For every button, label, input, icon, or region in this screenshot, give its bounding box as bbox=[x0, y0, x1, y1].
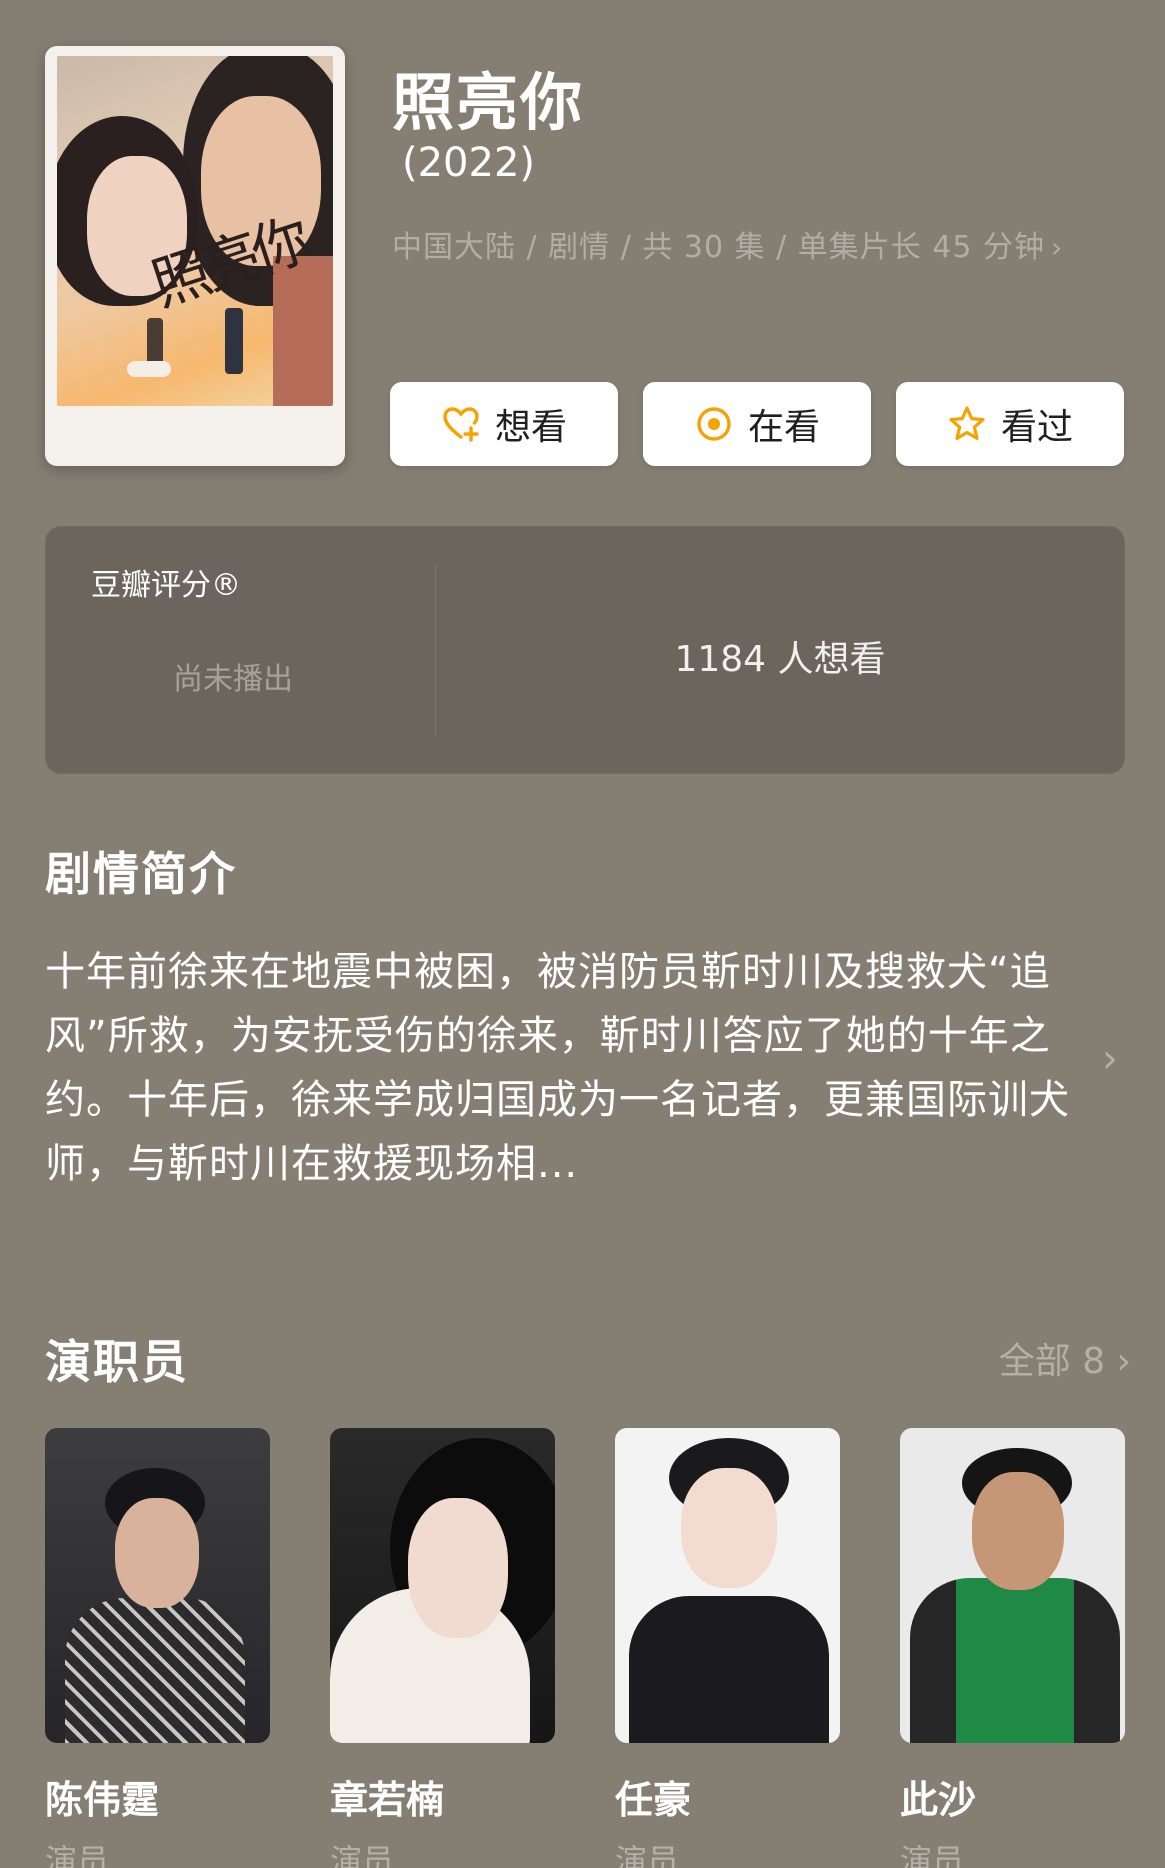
cast-name: 任豪 bbox=[615, 1778, 692, 1822]
cast-title: 演职员 bbox=[45, 1335, 189, 1389]
chevron-right-icon[interactable]: › bbox=[1102, 1036, 1118, 1082]
cast-list: 陈伟霆 演员 章若楠 演员 任豪 演员 此沙 演员 bbox=[45, 1428, 1125, 1868]
want-button[interactable]: 想看 bbox=[390, 382, 618, 466]
cast-name: 陈伟霆 bbox=[45, 1778, 160, 1822]
rating-panel[interactable]: 豆瓣评分® 尚未播出 1184 人想看 bbox=[45, 526, 1125, 774]
rating-label: 豆瓣评分® bbox=[91, 568, 241, 603]
watched-button[interactable]: 看过 bbox=[896, 382, 1124, 466]
watched-label: 看过 bbox=[1000, 407, 1073, 448]
cast-card[interactable]: 任豪 演员 bbox=[615, 1428, 840, 1868]
cast-photo bbox=[330, 1428, 555, 1743]
cast-photo bbox=[615, 1428, 840, 1743]
cast-card[interactable]: 此沙 演员 bbox=[900, 1428, 1125, 1868]
poster-image: 照亮你 bbox=[57, 56, 333, 406]
watching-button[interactable]: 在看 bbox=[643, 382, 871, 466]
page-title: 照亮你 bbox=[392, 66, 585, 139]
cast-role: 演员 bbox=[45, 1842, 110, 1868]
cast-role: 演员 bbox=[615, 1842, 680, 1868]
want-count: 1184 人想看 bbox=[674, 639, 886, 680]
cast-card[interactable]: 陈伟霆 演员 bbox=[45, 1428, 270, 1868]
cast-all-link[interactable]: 全部 8 › bbox=[999, 1332, 1131, 1384]
want-label: 想看 bbox=[494, 407, 567, 448]
synopsis-title: 剧情简介 bbox=[45, 847, 237, 901]
star-icon bbox=[949, 406, 985, 440]
cast-card[interactable]: 章若楠 演员 bbox=[330, 1428, 555, 1868]
release-year: (2022) bbox=[402, 140, 536, 186]
cast-name: 此沙 bbox=[900, 1778, 977, 1822]
cast-role: 演员 bbox=[900, 1842, 965, 1868]
watching-label: 在看 bbox=[747, 407, 820, 448]
meta-info-link[interactable]: 中国大陆 / 剧情 / 共 30 集 / 单集片长 45 分钟 › bbox=[392, 222, 1063, 266]
cast-photo bbox=[900, 1428, 1125, 1743]
cast-name: 章若楠 bbox=[330, 1778, 445, 1822]
chevron-right-icon: › bbox=[1051, 231, 1064, 264]
poster[interactable]: 照亮你 bbox=[45, 46, 345, 466]
cast-photo bbox=[45, 1428, 270, 1743]
heart-plus-icon bbox=[443, 407, 479, 442]
rating-status: 尚未播出 bbox=[173, 662, 293, 697]
target-circle-icon bbox=[697, 407, 731, 441]
chevron-right-icon: › bbox=[1116, 1341, 1131, 1382]
meta-info-text: 中国大陆 / 剧情 / 共 30 集 / 单集片长 45 分钟 bbox=[392, 230, 1046, 265]
cast-role: 演员 bbox=[330, 1842, 395, 1868]
cast-all-label: 全部 8 bbox=[998, 1341, 1106, 1382]
synopsis-text[interactable]: 十年前徐来在地震中被困，被消防员靳时川及搜救犬“追风”所救，为安抚受伤的徐来，靳… bbox=[45, 940, 1075, 1196]
